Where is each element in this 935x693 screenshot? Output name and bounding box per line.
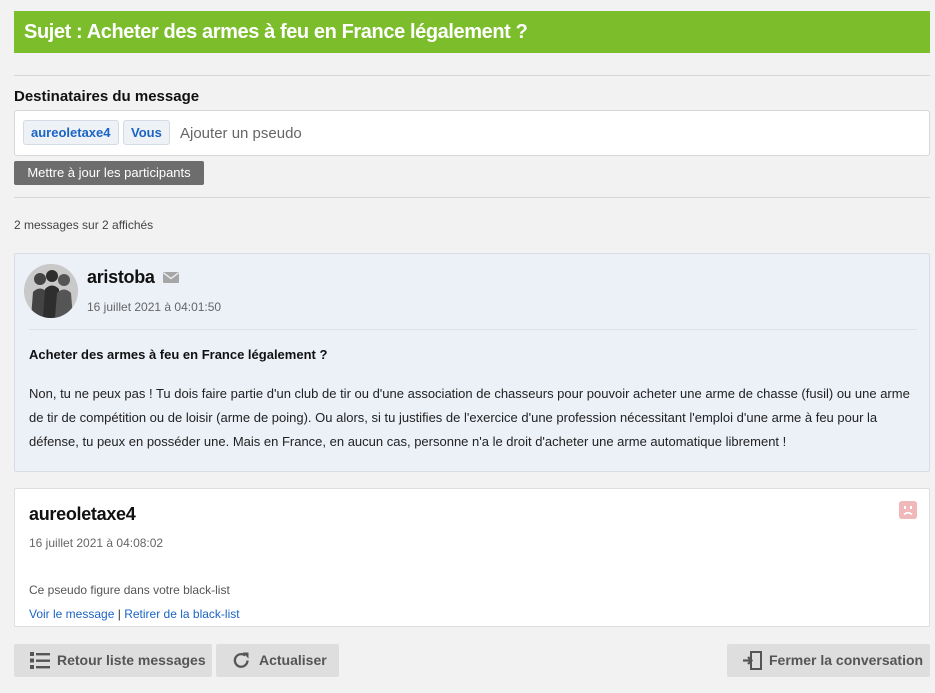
message-author[interactable]: aureoletaxe4 (29, 504, 136, 525)
message-card-blacklisted: aureoletaxe4 16 juillet 2021 à 04:08:02 … (14, 488, 930, 627)
message-date: 16 juillet 2021 à 04:08:02 (29, 536, 164, 550)
back-to-list-label: Retour liste messages (57, 652, 206, 668)
blacklist-note: Ce pseudo figure dans votre black-list (29, 583, 230, 597)
message-title: Acheter des armes à feu en France légale… (29, 347, 328, 362)
message-card: aristoba 16 juillet 2021 à 04:01:50 Ache… (14, 253, 930, 472)
list-icon (30, 652, 50, 669)
close-conversation-label: Fermer la conversation (769, 652, 924, 668)
add-pseudo-input[interactable] (180, 121, 480, 145)
recipient-chip-self[interactable]: Vous (123, 120, 170, 145)
update-participants-button[interactable]: Mettre à jour les participants (14, 161, 204, 185)
messages-count: 2 messages sur 2 affichés (14, 218, 154, 232)
back-to-list-button[interactable]: Retour liste messages (14, 644, 212, 677)
divider (14, 197, 930, 198)
link-separator: | (117, 607, 121, 621)
divider (29, 329, 917, 330)
message-author[interactable]: aristoba (87, 267, 155, 288)
recipients-box: aureoletaxe4 Vous (14, 110, 930, 156)
sad-face-icon[interactable] (899, 501, 917, 519)
recipients-heading: Destinataires du message (14, 88, 200, 105)
subject-bar: Sujet : Acheter des armes à feu en Franc… (14, 11, 930, 53)
close-conversation-button[interactable]: Fermer la conversation (727, 644, 930, 677)
message-date: 16 juillet 2021 à 04:01:50 (87, 300, 222, 314)
refresh-icon (233, 652, 249, 668)
refresh-button[interactable]: Actualiser (216, 644, 339, 677)
recipient-chip[interactable]: aureoletaxe4 (23, 120, 119, 145)
exit-door-icon (743, 651, 762, 670)
view-message-link[interactable]: Voir le message (29, 607, 114, 621)
message-body: Non, tu ne peux pas ! Tu dois faire part… (29, 386, 910, 449)
refresh-label: Actualiser (259, 652, 327, 668)
divider (14, 75, 930, 76)
mail-icon[interactable] (163, 272, 179, 283)
blacklist-actions: Voir le message | Retirer de la black-li… (29, 607, 240, 621)
remove-blacklist-link[interactable]: Retirer de la black-list (124, 607, 239, 621)
subject-title: Sujet : Acheter des armes à feu en Franc… (24, 21, 528, 43)
avatar[interactable] (24, 264, 78, 318)
